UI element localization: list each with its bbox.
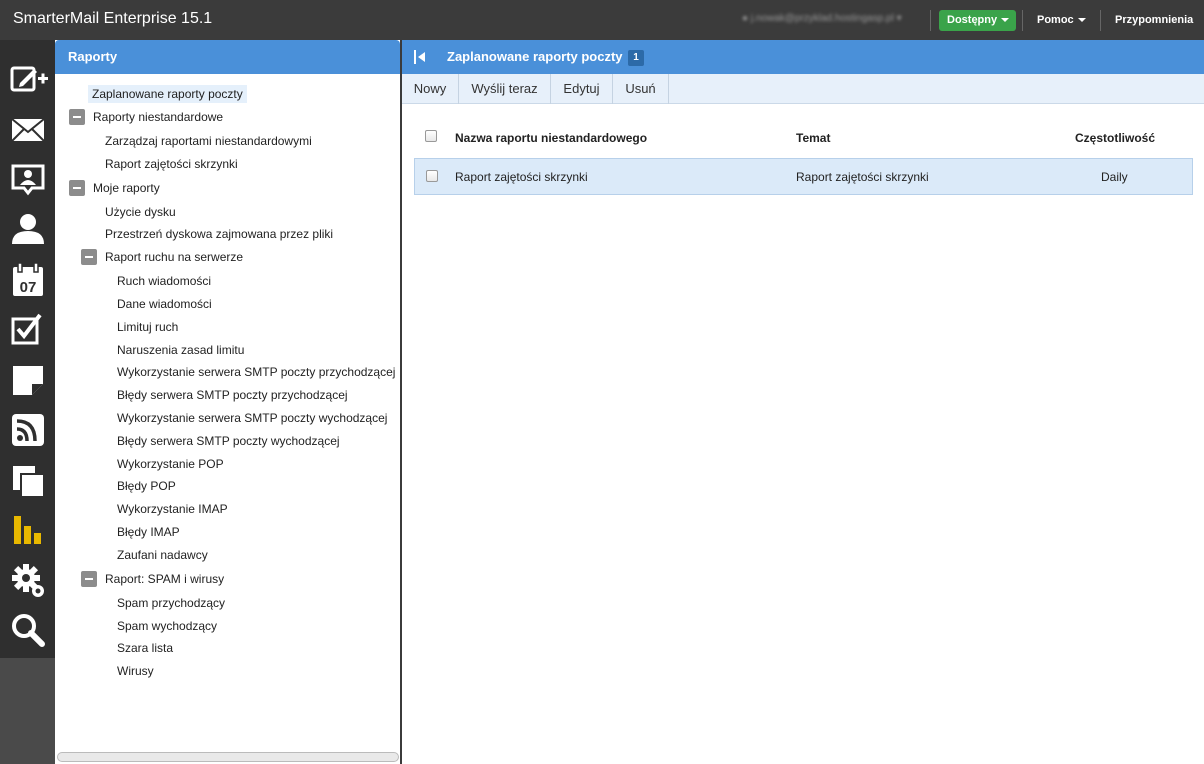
tree-item-custom-reports[interactable]: Raporty niestandardowe [93, 108, 223, 126]
toolbar: Nowy Wyślij teraz Edytuj Usuń [402, 74, 1204, 104]
reminders-link[interactable]: Przypomnienia [1115, 14, 1193, 26]
tree-item-server-traffic[interactable]: Raport ruchu na serwerze [105, 248, 243, 266]
tree-item-smtp-out-usage[interactable]: Wykorzystanie serwera SMTP poczty wychod… [117, 409, 387, 427]
app-title: SmarterMail Enterprise 15.1 [13, 10, 213, 27]
tree-item-smtp-in-usage[interactable]: Wykorzystanie serwera SMTP poczty przych… [117, 363, 395, 381]
tree-item-trusted-senders[interactable]: Zaufani nadawcy [117, 546, 208, 564]
files-icon[interactable] [10, 462, 46, 498]
tree-item-file-storage[interactable]: Przestrzeń dyskowa zajmowana przez pliki [105, 225, 333, 243]
tree-item-incoming-spam[interactable]: Spam przychodzący [117, 594, 225, 612]
collapse-toggle-icon[interactable] [69, 109, 85, 125]
collapse-toggle-icon[interactable] [81, 571, 97, 587]
user-menu[interactable]: ● j.nowak@przyklad.hostingasp.pl ▾ [742, 13, 902, 24]
select-all-checkbox[interactable] [425, 130, 437, 142]
tree-item-greylist[interactable]: Szara lista [117, 639, 173, 657]
tree-item-smtp-in-errors[interactable]: Błędy serwera SMTP poczty przychodzącej [117, 386, 348, 404]
chevron-down-icon [1077, 18, 1086, 23]
tree-item-throttle-violations[interactable]: Naruszenia zasad limitu [117, 341, 244, 359]
tree-item-pop-errors[interactable]: Błędy POP [117, 477, 176, 495]
main-content: Zaplanowane raporty poczty 1 Nowy Wyślij… [402, 40, 1204, 764]
tasks-icon[interactable] [10, 312, 46, 348]
send-now-button[interactable]: Wyślij teraz [459, 74, 551, 104]
collapse-toggle-icon[interactable] [69, 180, 85, 196]
help-label: Pomoc [1037, 14, 1074, 26]
divider [1022, 10, 1023, 31]
tree-item-smtp-out-errors[interactable]: Błędy serwera SMTP poczty wychodzącej [117, 432, 340, 450]
user-icon: ● [742, 13, 751, 24]
tree-item-throttle-traffic[interactable]: Limituj ruch [117, 318, 178, 336]
tree-item-spam-virus-report[interactable]: Raport: SPAM i wirusy [105, 570, 224, 588]
chevron-down-icon [1001, 18, 1010, 23]
main-header: Zaplanowane raporty poczty 1 [402, 40, 1204, 74]
tree-item-viruses[interactable]: Wirusy [117, 662, 154, 680]
delete-button[interactable]: Usuń [613, 74, 669, 104]
calendar-day: 07 [20, 279, 37, 296]
cell-frequency: Daily [1101, 170, 1128, 184]
settings-icon[interactable] [10, 562, 46, 598]
tree-item-outgoing-spam[interactable]: Spam wychodzący [117, 617, 217, 635]
rss-icon[interactable] [10, 412, 46, 448]
calendar-icon[interactable]: 07 [10, 262, 46, 298]
tree-item-disk-usage[interactable]: Użycie dysku [105, 203, 176, 221]
collapse-panel-icon[interactable] [412, 49, 428, 65]
person-icon[interactable] [10, 212, 46, 248]
chevron-down-icon: ▾ [893, 13, 902, 24]
mail-icon[interactable] [10, 112, 46, 148]
help-menu[interactable]: Pomoc [1037, 14, 1086, 26]
top-bar: SmarterMail Enterprise 15.1 ● j.nowak@pr… [0, 0, 1204, 40]
status-label: Dostępny [947, 14, 998, 26]
reports-icon[interactable] [10, 512, 46, 548]
tree-item-mailbox-usage-report[interactable]: Raport zajętości skrzynki [105, 155, 238, 173]
tree-item-imap-usage[interactable]: Wykorzystanie IMAP [117, 500, 228, 518]
page-title: Zaplanowane raporty poczty [447, 49, 623, 64]
tree-item-message-data[interactable]: Dane wiadomości [117, 295, 212, 313]
cell-name: Raport zajętości skrzynki [455, 170, 588, 184]
count-badge: 1 [628, 50, 644, 66]
tree-item-imap-errors[interactable]: Błędy IMAP [117, 523, 180, 541]
tree-header: Raporty [55, 40, 400, 74]
collapse-toggle-icon[interactable] [81, 249, 97, 265]
tree-item-message-traffic[interactable]: Ruch wiadomości [117, 272, 211, 290]
tree-item-scheduled-reports[interactable]: Zaplanowane raporty poczty [88, 85, 247, 103]
contacts-icon[interactable] [10, 162, 46, 198]
status-button[interactable]: Dostępny [939, 10, 1016, 31]
tree-item-my-reports[interactable]: Moje raporty [93, 179, 160, 197]
divider [1100, 10, 1101, 31]
column-header-frequency[interactable]: Częstotliwość [1075, 131, 1155, 145]
column-header-subject[interactable]: Temat [796, 131, 830, 145]
search-icon[interactable] [10, 612, 46, 648]
edit-button[interactable]: Edytuj [551, 74, 613, 104]
app-sidebar: 07 [0, 40, 55, 764]
table-row[interactable]: Raport zajętości skrzynki Raport zajętoś… [414, 158, 1193, 195]
tree-item-pop-usage[interactable]: Wykorzystanie POP [117, 455, 224, 473]
compose-icon[interactable] [10, 62, 48, 98]
column-header-name[interactable]: Nazwa raportu niestandardowego [455, 131, 647, 145]
divider [930, 10, 931, 31]
user-email: j.nowak@przyklad.hostingasp.pl [750, 13, 894, 24]
cell-subject: Raport zajętości skrzynki [796, 170, 929, 184]
horizontal-scrollbar[interactable] [57, 752, 399, 762]
tree-item-manage-custom-reports[interactable]: Zarządzaj raportami niestandardowymi [105, 132, 312, 150]
row-checkbox[interactable] [426, 170, 438, 182]
reports-tree-panel: Raporty Zaplanowane raporty poczty Rapor… [55, 40, 402, 764]
new-button[interactable]: Nowy [402, 74, 459, 104]
notes-icon[interactable] [10, 362, 46, 398]
